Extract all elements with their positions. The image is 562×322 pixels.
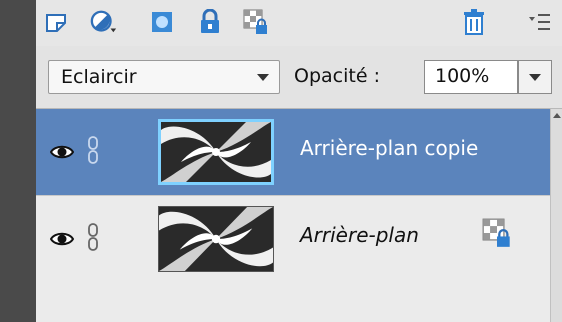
layers-scrollbar[interactable] xyxy=(550,109,562,322)
layers-panel: Eclaircir Opacité : 100% Arrière-plan co… xyxy=(36,0,562,322)
blend-mode-select[interactable]: Eclaircir xyxy=(48,60,280,94)
adjustment-layer-icon[interactable] xyxy=(90,8,118,36)
eye-icon[interactable] xyxy=(50,227,74,251)
panel-menu-icon[interactable] xyxy=(526,8,554,36)
link-icon[interactable] xyxy=(86,222,100,252)
layer-mask-icon[interactable] xyxy=(148,8,176,36)
chevron-down-icon xyxy=(529,74,541,81)
layer-thumbnail[interactable] xyxy=(158,119,274,185)
canvas-edge xyxy=(0,0,36,322)
lock-all-icon[interactable] xyxy=(196,8,224,36)
opacity-input[interactable]: 100% xyxy=(424,60,518,94)
scroll-up-arrow-icon[interactable] xyxy=(553,113,561,118)
new-layer-icon[interactable] xyxy=(42,8,70,36)
eye-icon[interactable] xyxy=(50,140,74,164)
chevron-down-icon xyxy=(257,74,269,81)
layer-row[interactable]: Arrière-plan xyxy=(36,195,550,281)
layer-thumbnail[interactable] xyxy=(158,206,274,272)
opacity-dropdown-button[interactable] xyxy=(518,60,552,94)
lock-transparency-icon xyxy=(482,218,510,247)
link-icon[interactable] xyxy=(86,135,100,165)
layer-name: Arrière-plan copie xyxy=(300,136,479,160)
opacity-label: Opacité : xyxy=(294,65,380,87)
layer-name: Arrière-plan xyxy=(300,223,419,247)
layers-list: Arrière-plan copie Arrière-plan xyxy=(36,109,550,322)
blend-opacity-row: Eclaircir Opacité : 100% xyxy=(36,46,562,109)
lock-transparency-icon[interactable] xyxy=(242,8,270,36)
blend-mode-value: Eclaircir xyxy=(61,66,137,88)
layer-row[interactable]: Arrière-plan copie xyxy=(36,109,550,195)
layers-toolbar xyxy=(36,0,562,46)
trash-icon[interactable] xyxy=(460,8,488,36)
